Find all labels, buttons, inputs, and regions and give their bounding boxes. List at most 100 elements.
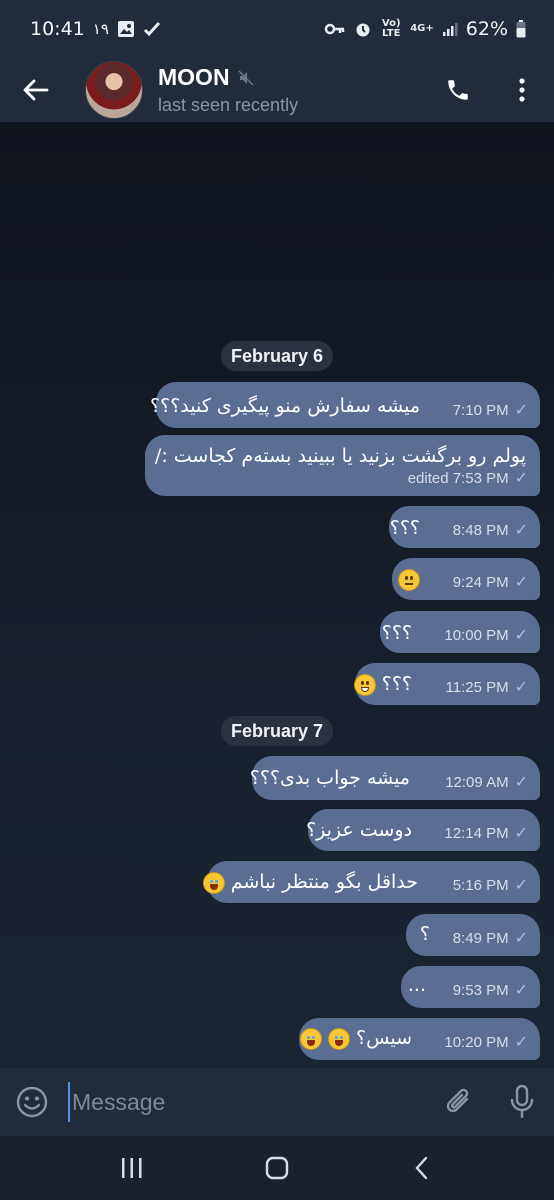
message-meta: edited 7:53 PM ✓ bbox=[408, 468, 528, 488]
message-bubble[interactable]: میشه سفارش منو پیگیری کنید؟؟؟ 7:10 PM ✓ bbox=[150, 382, 540, 428]
composer-bar bbox=[0, 1068, 554, 1136]
message-meta: 11:25 PM ✓ bbox=[446, 677, 529, 697]
message-emoji bbox=[398, 568, 420, 591]
sent-check-icon: ✓ bbox=[514, 574, 528, 591]
date-short: ۱۹ bbox=[92, 20, 109, 38]
message-text: میشه جواب بدی؟؟؟ bbox=[249, 767, 410, 789]
message-time: 7:10 PM bbox=[452, 401, 509, 419]
status-left: 10:41 ۱۹ bbox=[30, 18, 161, 40]
sent-check-icon: ✓ bbox=[514, 930, 528, 947]
sent-check-icon: ✓ bbox=[514, 627, 528, 644]
mute-icon bbox=[238, 69, 254, 86]
emoji-button[interactable] bbox=[0, 1068, 64, 1136]
back-button[interactable] bbox=[0, 58, 72, 122]
message-content: حداقل بگو منتظر نباشم bbox=[202, 871, 418, 894]
chat-area[interactable]: February 6 میشه سفارش منو پیگیری کنید؟؟؟… bbox=[0, 122, 554, 1068]
signal-icon bbox=[442, 21, 458, 37]
message-bubble[interactable]: پولم رو برگشت بزنید یا ببینید بسته‌م کجا… bbox=[145, 435, 540, 496]
message-content: سیس؟ bbox=[299, 1027, 412, 1050]
status-right: Vo) LTE 4G+ 62% bbox=[324, 18, 526, 40]
joy-face-emoji-icon bbox=[202, 871, 225, 894]
message-time: 5:16 PM bbox=[452, 876, 509, 894]
voice-button[interactable] bbox=[490, 1068, 554, 1136]
more-options-button[interactable] bbox=[490, 58, 554, 122]
system-back-button[interactable] bbox=[387, 1136, 457, 1200]
message-meta: 12:09 AM ✓ bbox=[445, 772, 528, 792]
message-text: ؟؟؟ bbox=[389, 517, 420, 539]
message-input[interactable] bbox=[68, 1082, 426, 1122]
home-icon bbox=[265, 1156, 289, 1180]
message-text: ؟؟؟ bbox=[381, 673, 412, 695]
message-bubble[interactable]: دوست عزیز؟ 12:14 PM ✓ bbox=[306, 809, 540, 851]
sent-check-icon: ✓ bbox=[514, 1034, 528, 1051]
sent-check-icon: ✓ bbox=[514, 679, 528, 696]
message-bubble[interactable]: 9:24 PM ✓ bbox=[392, 558, 540, 600]
sent-check-icon: ✓ bbox=[514, 825, 528, 842]
message-bubble[interactable]: سیس؟ 10:20 PM ✓ bbox=[299, 1018, 540, 1060]
message-bubble[interactable]: ؟؟؟ 10:00 PM ✓ bbox=[380, 611, 540, 653]
message-text: سیس؟ bbox=[356, 1027, 412, 1049]
message-bubble[interactable]: ؟؟؟ 8:48 PM ✓ bbox=[389, 506, 540, 548]
key-icon bbox=[324, 22, 346, 36]
recent-apps-button[interactable] bbox=[97, 1136, 167, 1200]
message-meta: 12:14 PM ✓ bbox=[444, 823, 528, 843]
message-content: ؟؟؟ bbox=[353, 673, 412, 696]
message-text: حداقل بگو منتظر نباشم bbox=[230, 871, 418, 893]
date-chip-label: February 6 bbox=[230, 345, 324, 366]
mic-icon bbox=[510, 1084, 534, 1119]
contact-name-row: MOON bbox=[158, 64, 426, 91]
attach-button[interactable] bbox=[426, 1068, 490, 1136]
sent-check-icon: ✓ bbox=[514, 402, 528, 419]
message-time: edited 7:53 PM bbox=[407, 469, 509, 487]
last-seen-status: last seen recently bbox=[158, 95, 299, 115]
sent-check-icon: ✓ bbox=[514, 982, 528, 999]
message-meta: 8:48 PM ✓ bbox=[453, 520, 528, 540]
message-text: ؟ bbox=[419, 923, 430, 945]
clock: 10:41 bbox=[30, 18, 85, 40]
message-meta: 9:24 PM ✓ bbox=[453, 572, 528, 592]
message-text: دوست عزیز؟ bbox=[306, 819, 412, 841]
date-chip: February 6 bbox=[221, 341, 333, 371]
network-label: 4G+ bbox=[410, 23, 434, 34]
call-button[interactable] bbox=[426, 58, 490, 122]
contact-name: MOON bbox=[158, 64, 230, 90]
chat-title-block[interactable]: MOON last seen recently bbox=[158, 64, 426, 116]
home-button[interactable] bbox=[242, 1136, 312, 1200]
message-time: 12:14 PM bbox=[444, 824, 509, 842]
message-text: میشه سفارش منو پیگیری کنید؟؟؟ bbox=[150, 395, 420, 417]
back-arrow-icon bbox=[23, 79, 49, 101]
message-time: 12:09 AM bbox=[445, 773, 509, 791]
chat-header: MOON last seen recently bbox=[0, 58, 554, 122]
message-time: 8:48 PM bbox=[452, 521, 509, 539]
message-time: 11:25 PM bbox=[445, 678, 509, 696]
message-meta: 10:00 PM ✓ bbox=[444, 625, 528, 645]
message-meta: 5:16 PM ✓ bbox=[453, 875, 528, 895]
avatar[interactable] bbox=[85, 61, 143, 119]
volte-label: Vo) LTE bbox=[381, 18, 401, 39]
recent-apps-icon bbox=[122, 1158, 142, 1178]
message-meta: 9:53 PM ✓ bbox=[453, 980, 528, 1000]
message-meta: 10:20 PM ✓ bbox=[444, 1032, 528, 1052]
message-text: ... bbox=[407, 974, 426, 996]
message-bubble[interactable]: ؟؟؟ 11:25 PM ✓ bbox=[353, 663, 540, 705]
check-status-icon bbox=[143, 20, 161, 38]
gallery-icon bbox=[117, 20, 135, 38]
message-bubble[interactable]: میشه جواب بدی؟؟؟ 12:09 AM ✓ bbox=[249, 756, 540, 800]
sent-check-icon: ✓ bbox=[514, 522, 528, 539]
message-text: ؟؟؟ bbox=[381, 622, 412, 644]
battery-icon bbox=[516, 20, 526, 38]
message-time: 9:24 PM bbox=[452, 573, 509, 591]
message-text: پولم رو برگشت بزنید یا ببینید بسته‌م کجا… bbox=[154, 445, 526, 467]
message-bubble[interactable]: ... 9:53 PM ✓ bbox=[401, 966, 540, 1008]
neutral-face-emoji-icon bbox=[398, 568, 420, 591]
system-nav-bar bbox=[0, 1136, 554, 1200]
status-bar: 10:41 ۱۹ Vo) LTE 4G+ 62% bbox=[0, 0, 554, 58]
sent-check-icon: ✓ bbox=[514, 774, 528, 791]
message-time: 9:53 PM bbox=[452, 981, 509, 999]
message-bubble[interactable]: ؟ 8:49 PM ✓ bbox=[406, 914, 540, 956]
grinning-face-emoji-icon bbox=[353, 673, 376, 696]
battery-percent: 62% bbox=[465, 18, 508, 40]
message-bubble[interactable]: حداقل بگو منتظر نباشم 5:16 PM ✓ bbox=[202, 861, 540, 903]
message-time: 10:00 PM bbox=[444, 626, 509, 644]
joy-face-emoji-icon bbox=[327, 1027, 350, 1050]
